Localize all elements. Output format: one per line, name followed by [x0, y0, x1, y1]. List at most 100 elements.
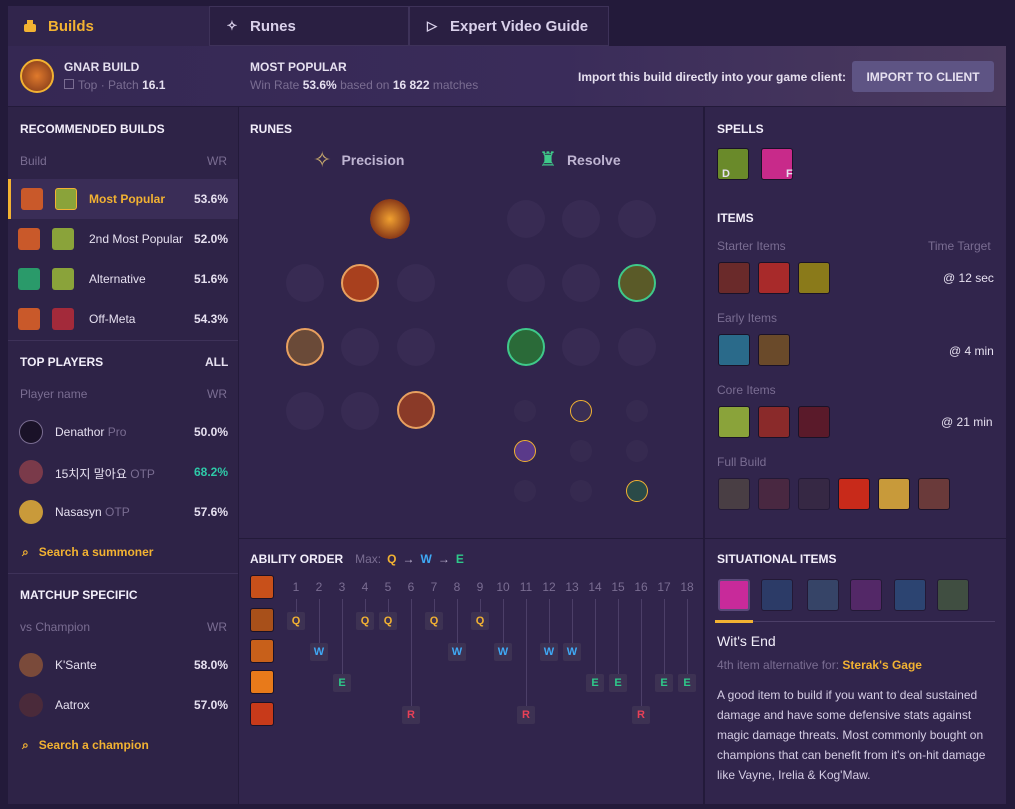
situational-item[interactable] — [850, 579, 882, 611]
shard-active[interactable] — [514, 440, 536, 462]
early-time: @ 4 min — [949, 344, 994, 358]
item-icon[interactable] — [718, 262, 750, 294]
shard[interactable] — [626, 440, 648, 462]
rune-active[interactable] — [286, 328, 324, 366]
shard[interactable] — [514, 400, 536, 422]
player-row[interactable]: Nasasyn OTP 57.6% — [8, 492, 238, 532]
shard[interactable] — [514, 480, 536, 502]
col-player-wr: WR — [207, 387, 227, 401]
situational-item[interactable] — [894, 579, 926, 611]
tab-runes[interactable]: ✧ Runes — [209, 6, 409, 46]
shard[interactable] — [570, 480, 592, 502]
item-icon[interactable] — [718, 478, 750, 510]
alt-item-link[interactable]: Sterak's Gage — [842, 658, 922, 672]
search-summoner-link[interactable]: ⌕ Search a summoner — [22, 545, 153, 560]
rune[interactable] — [286, 392, 324, 430]
item-icon[interactable] — [718, 334, 750, 366]
build-option-most-popular[interactable]: Most Popular 53.6% — [8, 179, 238, 219]
arrow-icon: → — [402, 552, 415, 566]
level-number: 16 — [634, 580, 648, 594]
left-sidebar: RECOMMENDED BUILDS Build WR Most Popular… — [8, 107, 238, 804]
keystone-rune[interactable] — [314, 201, 350, 237]
search-champion-link[interactable]: ⌕ Search a champion — [22, 738, 149, 753]
q-ability-icon — [250, 608, 274, 632]
situational-item-name: Wit's End — [717, 633, 776, 649]
item-icon — [55, 188, 77, 210]
situational-item[interactable] — [807, 579, 839, 611]
shard-active[interactable] — [626, 480, 648, 502]
item-icon[interactable] — [758, 478, 790, 510]
item-icon[interactable] — [758, 334, 790, 366]
rune-active[interactable] — [397, 391, 435, 429]
tab-video-guide[interactable]: ▷ Expert Video Guide — [409, 6, 609, 46]
rune[interactable] — [618, 200, 656, 238]
rune[interactable] — [562, 200, 600, 238]
skill-point-w: W — [448, 643, 466, 661]
level-guide-line — [388, 599, 389, 612]
rune[interactable] — [397, 328, 435, 366]
secondary-tree: ♜ Resolve — [539, 147, 621, 172]
keystone-rune-active[interactable] — [370, 199, 410, 239]
level-guide-line — [687, 599, 688, 674]
item-icon[interactable] — [758, 262, 790, 294]
rune-active[interactable] — [341, 264, 379, 302]
item-icon[interactable] — [878, 478, 910, 510]
level-guide-line — [664, 599, 665, 674]
shard-active[interactable] — [570, 400, 592, 422]
full-build-label: Full Build — [717, 455, 767, 469]
rune[interactable] — [562, 328, 600, 366]
rune[interactable] — [562, 264, 600, 302]
ability-header: ABILITY ORDER Max: Q → W → E — [250, 552, 464, 566]
win-rate-summary: Win Rate 53.6% based on 16 822 matches — [250, 78, 479, 92]
avatar — [19, 460, 43, 484]
import-to-client-button[interactable]: IMPORT TO CLIENT — [852, 61, 994, 92]
build-option-off-meta[interactable]: Off-Meta 54.3% — [8, 299, 238, 339]
rune[interactable] — [341, 392, 379, 430]
item-icon[interactable] — [758, 406, 790, 438]
level-number: 9 — [476, 580, 484, 594]
rune-active[interactable] — [618, 264, 656, 302]
item-icon[interactable] — [798, 478, 830, 510]
rune[interactable] — [397, 264, 435, 302]
build-option-alternative[interactable]: Alternative 51.6% — [8, 259, 238, 299]
level-guide-line — [480, 599, 481, 612]
matchup-row[interactable]: Aatrox 57.0% — [8, 685, 238, 725]
rune-icon — [18, 228, 40, 250]
items-panel: SPELLS D F ITEMS Starter Items Time Targ… — [705, 107, 1006, 538]
level-guide-line — [549, 599, 550, 643]
rune[interactable] — [507, 264, 545, 302]
item-icon[interactable] — [798, 262, 830, 294]
rune[interactable] — [286, 264, 324, 302]
keystone-rune[interactable] — [426, 201, 462, 237]
primary-tree: ✧ Precision — [313, 147, 404, 173]
item-icon[interactable] — [918, 478, 950, 510]
keystone-rune[interactable] — [258, 201, 294, 237]
situational-item[interactable] — [937, 579, 969, 611]
shard[interactable] — [570, 440, 592, 462]
skill-point-q: Q — [356, 612, 374, 630]
item-icon[interactable] — [838, 478, 870, 510]
champion-build-title: GNAR BUILD — [64, 60, 140, 74]
passive-icon — [250, 575, 274, 599]
player-row[interactable]: Denathor Pro 50.0% — [8, 412, 238, 452]
matchup-row[interactable]: K'Sante 58.0% — [8, 645, 238, 685]
item-icon[interactable] — [718, 406, 750, 438]
top-players-all-link[interactable]: ALL — [205, 355, 228, 369]
level-guide-line — [572, 599, 573, 643]
rune-active[interactable] — [507, 328, 545, 366]
tab-builds[interactable]: Builds — [8, 6, 209, 46]
item-icon[interactable] — [798, 406, 830, 438]
build-option-2nd[interactable]: 2nd Most Popular 52.0% — [8, 219, 238, 259]
situational-item-selected[interactable] — [718, 579, 750, 611]
skill-point-w: W — [494, 643, 512, 661]
player-row[interactable]: 15치지 말아요 OTP 68.2% — [8, 452, 238, 492]
rune[interactable] — [341, 328, 379, 366]
build-option-label: Most Popular — [89, 192, 166, 206]
situational-item[interactable] — [761, 579, 793, 611]
rune[interactable] — [507, 200, 545, 238]
player-name: Nasasyn OTP — [55, 505, 130, 519]
situational-description: A good item to build if you want to deal… — [717, 688, 986, 782]
rune[interactable] — [618, 328, 656, 366]
shard[interactable] — [626, 400, 648, 422]
ability-order-panel: ABILITY ORDER Max: Q → W → E 1Q2W3E4Q5Q6… — [239, 539, 703, 804]
